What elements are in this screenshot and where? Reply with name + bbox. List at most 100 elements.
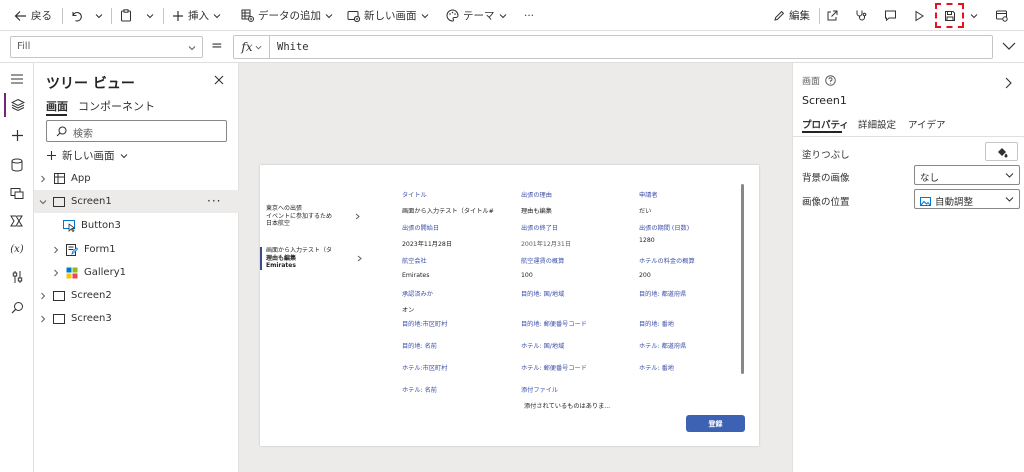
save-highlight [935,3,964,28]
screen1-more-button[interactable]: ··· [207,194,221,208]
undo-button[interactable] [70,0,82,31]
form-field-hotel-name[interactable]: ホテル: 名前 [402,385,514,394]
tree-item-screen1[interactable]: Screen1 ··· [34,190,239,213]
form-field-duration[interactable]: 出張の期間 (日数) 1280 [639,223,751,244]
field-label: 航空運賃の概算 [521,258,565,265]
tree-search-input[interactable]: 検索 [46,120,227,142]
undo-dropdown[interactable] [95,0,103,31]
back-button[interactable]: 戻る [14,0,52,31]
form-field-dest-city[interactable]: 目的地:市区町村 [402,319,514,328]
rail-data[interactable] [4,153,30,177]
chevron-down-icon [1005,197,1014,202]
tab-properties[interactable]: プロパティ [802,117,849,131]
tab-components[interactable]: コンポーネント [78,98,155,114]
form-field-start-date[interactable]: 出張の開始日 2023年11月28日 [402,223,514,248]
publish-button[interactable] [995,0,1008,31]
menu-button[interactable] [4,67,30,91]
save-button[interactable] [935,0,964,31]
rail-insert[interactable] [4,123,30,147]
paste-dropdown[interactable] [146,0,154,31]
tree-item-form1[interactable]: Form1 [34,238,239,261]
property-dropdown[interactable]: Fill [10,36,203,58]
tree-item-app[interactable]: App [34,167,239,190]
form-field-airfare[interactable]: 航空運賃の概算 100 [521,256,633,279]
form-field-requester[interactable]: 申請者 だい [639,190,751,215]
plus-icon [11,129,23,141]
paste-button[interactable] [120,0,132,31]
tab-screens-underline [46,114,67,116]
rail-media[interactable] [4,181,30,205]
field-label: ホテル: 都道府県 [639,343,687,350]
image-position-value-wrap: 自動調整 [920,194,973,208]
formula-input[interactable]: fx White [233,35,993,59]
tree-item-gallery1[interactable]: Gallery1 [34,261,239,284]
fill-color-button[interactable] [985,142,1018,161]
tree-item-label: Form1 [84,244,116,255]
form-field-hotel-country[interactable]: ホテル: 国/地域 [521,341,633,350]
paint-bucket-icon [997,147,1007,157]
fill-label: 塗りつぶし [802,150,850,161]
rail-advanced-tools[interactable] [4,265,30,289]
app-checker-button[interactable] [855,0,868,31]
form-field-reason[interactable]: 出張の理由 理由も編集 [521,190,633,215]
form-field-dest-address[interactable]: 目的地: 番地 [639,319,751,328]
back-label: 戻る [31,10,52,22]
image-icon [920,196,931,206]
form-field-end-date[interactable]: 出張の終了日 2001年12月31日 [521,223,633,248]
form-field-title[interactable]: タイトル 画面から入力テスト（タイトル# [402,190,514,215]
form-field-airline[interactable]: 航空会社 Emirates [402,256,514,279]
field-label: 目的地: 国/地域 [521,291,565,298]
form-field-dest-name[interactable]: 目的地: 名前 [402,341,514,350]
form-field-dest-postal[interactable]: 目的地: 郵便番号コード [521,319,633,328]
rail-variables[interactable]: (x) [4,237,30,261]
form-field-hotel-postal[interactable]: ホテル: 郵便番号コード [521,363,633,372]
bg-image-dropdown[interactable]: なし [914,165,1020,185]
gallery-item[interactable]: 東京への出張 イベントに参加するため 日本航空 [260,205,366,228]
collapse-properties-button[interactable] [1005,77,1012,89]
add-data-button[interactable]: データの追加 [241,0,333,31]
stethoscope-icon [855,9,868,22]
insert-button[interactable]: 挿入 [172,0,221,31]
publish-icon [995,9,1008,22]
field-label: タイトル [402,192,427,199]
form-field-dest-country[interactable]: 目的地: 国/地域 [521,289,633,298]
tab-advanced[interactable]: 詳細設定 [858,117,896,131]
tree-item-screen2[interactable]: Screen2 [34,284,239,307]
more-commands-button[interactable]: ··· [524,0,534,31]
form-field-attachments[interactable]: 添付ファイル 添付されているものはありま... [521,385,651,410]
tree-item-button3[interactable]: Button3 [34,214,239,237]
share-button[interactable] [826,0,839,31]
app-screen-preview[interactable]: 東京への出張 イベントに参加するため 日本航空 画面から入力テスト（タ 理由も編… [260,165,759,446]
form-field-hotel-cost[interactable]: ホテルの料金の概算 200 [639,256,751,279]
tab-ideas[interactable]: アイデア [908,117,946,131]
rail-power-automate[interactable] [4,209,30,233]
form-field-hotel-address[interactable]: ホテル: 番地 [639,363,751,372]
theme-button[interactable]: テーマ [446,0,507,31]
form-field-hotel-city[interactable]: ホテル:市区町村 [402,363,514,372]
rail-search[interactable] [4,295,30,319]
form-field-hotel-prefecture[interactable]: ホテル: 都道府県 [639,341,751,350]
submit-button[interactable]: 登録 [686,415,745,432]
chevron-right-icon [1005,77,1012,89]
tree-item-screen3[interactable]: Screen3 [34,307,239,330]
form-field-approved[interactable]: 承認済みか オン [402,289,514,314]
preview-button[interactable] [913,0,925,31]
rail-tree-view[interactable] [4,93,30,117]
comments-button[interactable] [884,0,897,31]
gallery-item-body: 日本航空 [266,220,291,227]
tab-screens[interactable]: 画面 [46,98,68,114]
close-tree-button[interactable] [214,75,224,85]
form-field-dest-prefecture[interactable]: 目的地: 都道府県 [639,289,751,298]
new-screen-button[interactable]: 新しい画面 [347,0,429,31]
theme-label: テーマ [463,10,495,22]
fx-button[interactable]: fx [234,36,270,58]
formula-text: White [277,41,309,53]
expand-formula-button[interactable] [1002,41,1016,51]
gallery-item-selected[interactable]: 画面から入力テスト（タ 理由も編集 Emirates [260,247,366,270]
save-dropdown[interactable] [970,0,978,31]
help-icon[interactable] [825,75,836,86]
tree-new-screen-button[interactable]: 新しい画面 [46,148,128,163]
form-scrollbar[interactable] [741,184,744,374]
image-position-dropdown[interactable]: 自動調整 [914,189,1020,209]
edit-button[interactable]: 編集 [773,0,810,31]
